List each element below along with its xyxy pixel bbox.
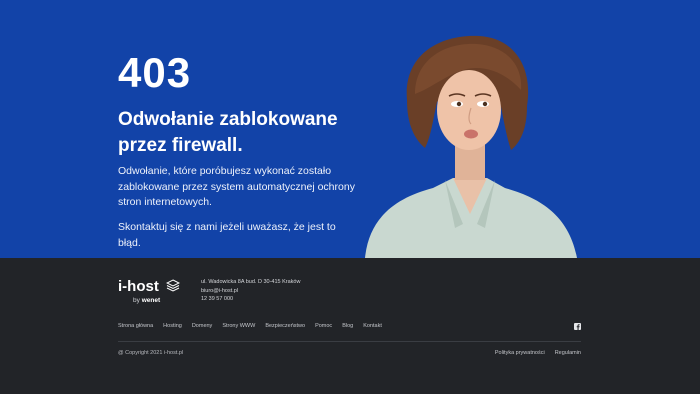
contact-info: ul. Wadowicka 8A bud. D 30-415 Kraków bi… [201, 278, 300, 304]
nav-item-help[interactable]: Pomoc [315, 323, 332, 329]
footer-nav: Strona główna Hosting Domeny Strony WWW … [118, 323, 382, 329]
nav-item-blog[interactable]: Blog [342, 323, 353, 329]
nav-item-domains[interactable]: Domeny [192, 323, 212, 329]
footer-divider [118, 341, 581, 342]
nav-item-contact[interactable]: Kontakt [363, 323, 382, 329]
logo-text: i-host [118, 278, 159, 295]
i-host-logo[interactable]: i-host by wenet [118, 278, 188, 310]
privacy-policy-link[interactable]: Polityka prywatności [495, 350, 545, 356]
logo-byline: by wenet [133, 297, 161, 304]
contact-phone[interactable]: 12 39 57 000 [201, 295, 300, 304]
facebook-icon[interactable] [574, 323, 581, 330]
nav-item-home[interactable]: Strona główna [118, 323, 153, 329]
terms-link[interactable]: Regulamin [555, 350, 581, 356]
nav-item-hosting[interactable]: Hosting [163, 323, 182, 329]
nav-item-websites[interactable]: Strony WWW [222, 323, 255, 329]
contact-email[interactable]: biuro@i-host.pl [201, 287, 300, 296]
error-contact-text: Skontaktuj się z nami jeżeli uważasz, że… [118, 221, 336, 249]
error-code: 403 [118, 49, 192, 96]
woman-photo [365, 35, 577, 258]
copyright: @ Copyright 2021 i-host.pl [118, 350, 184, 356]
contact-address: ul. Wadowicka 8A bud. D 30-415 Kraków [201, 279, 301, 285]
nav-item-security[interactable]: Bezpieczeństwo [265, 323, 305, 329]
wenet-brand: wenet [141, 297, 161, 304]
stack-icon [166, 279, 180, 292]
legal-links: Polityka prywatności Regulamin [495, 350, 581, 356]
footer: i-host by wenet ul. Wadowicka 8A bud. D … [0, 258, 700, 394]
error-description: Odwołanie, które porόbujesz wykonać zost… [118, 165, 355, 208]
hero-section: 403 Odwołanie zablokowane przez firewall… [0, 0, 700, 258]
error-title: Odwołanie zablokowane przez firewall. [118, 109, 338, 156]
